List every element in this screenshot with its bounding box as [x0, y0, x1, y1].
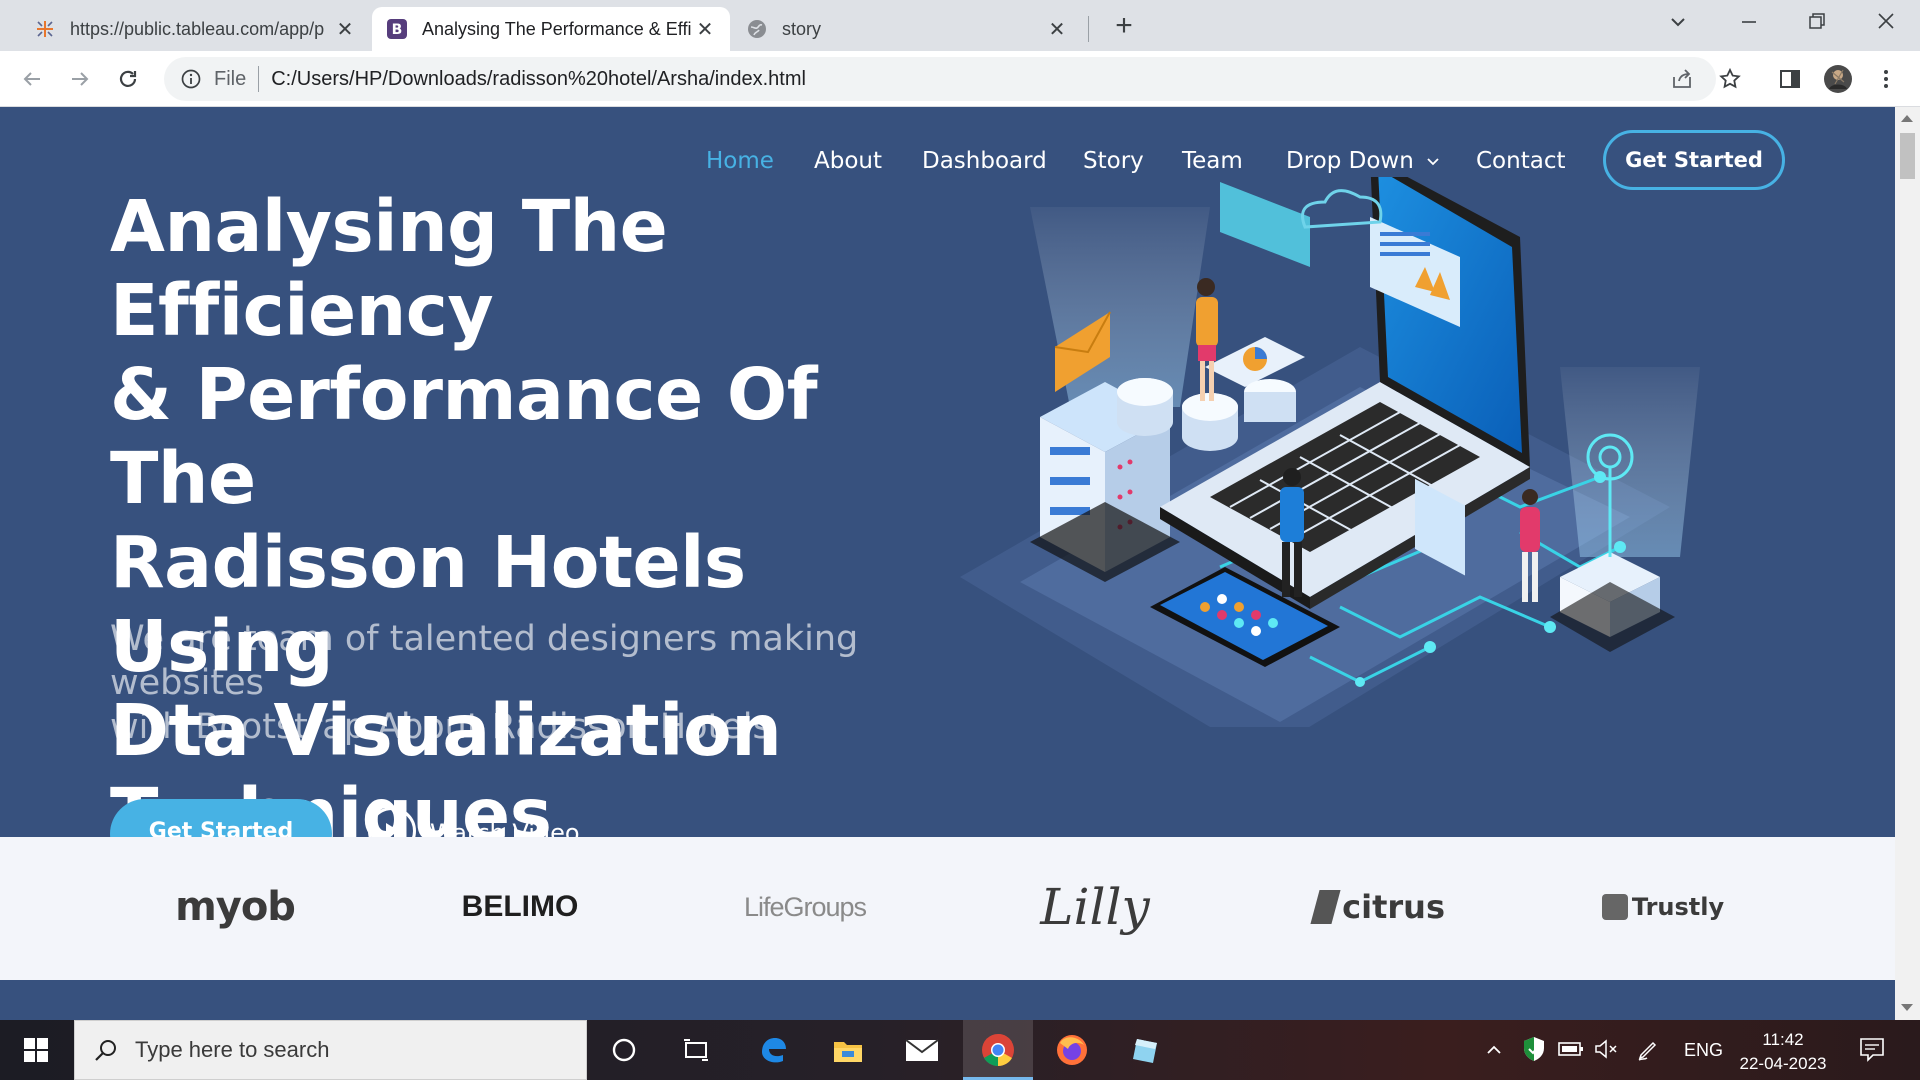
- hero-subtitle: We are team of talented designers making…: [110, 617, 970, 749]
- hero-title-line: & Performance Of The: [110, 353, 818, 520]
- tableau-icon: [34, 18, 56, 40]
- close-tab-icon[interactable]: ✕: [694, 17, 716, 42]
- url-text[interactable]: C:/Users/HP/Downloads/radisson%20hotel/A…: [271, 68, 806, 91]
- system-clock[interactable]: 11:42 22-04-2023: [1725, 1028, 1841, 1076]
- minimize-window-icon[interactable]: [1736, 8, 1762, 34]
- chrome-icon[interactable]: [974, 1028, 1022, 1072]
- new-tab-button[interactable]: +: [1106, 8, 1142, 44]
- tab-story[interactable]: story ✕: [732, 7, 1082, 51]
- nav-dropdown-label: Drop Down: [1286, 148, 1414, 174]
- share-icon[interactable]: [1664, 61, 1700, 97]
- tab-search-icon[interactable]: [1666, 10, 1690, 34]
- firefox-icon[interactable]: [1048, 1028, 1096, 1072]
- nav-about[interactable]: About: [814, 148, 882, 174]
- browser-menu-icon[interactable]: [1868, 61, 1904, 97]
- nav-dashboard[interactable]: Dashboard: [922, 148, 1047, 174]
- profile-avatar[interactable]: [1820, 61, 1856, 97]
- browser-toolbar: File C:/Users/HP/Downloads/radisson%20ho…: [0, 51, 1920, 107]
- edge-icon[interactable]: [750, 1028, 798, 1072]
- nav-dropdown[interactable]: Drop Down: [1286, 148, 1441, 174]
- defender-shield-icon[interactable]: [1522, 1036, 1546, 1067]
- address-bar[interactable]: File C:/Users/HP/Downloads/radisson%20ho…: [164, 57, 1716, 101]
- client-logo-citrus[interactable]: citrus: [1310, 877, 1445, 937]
- tab-separator: [1088, 16, 1089, 42]
- clock-date: 22-04-2023: [1739, 1054, 1827, 1073]
- globe-icon: [746, 18, 768, 40]
- client-logo-belimo[interactable]: BELIMO: [455, 877, 585, 937]
- notes-app-icon[interactable]: [1122, 1028, 1170, 1072]
- tab-analysing[interactable]: B Analysing The Performance & Effi ✕: [372, 7, 730, 51]
- client-name: citrus: [1342, 888, 1445, 926]
- side-panel-icon[interactable]: [1772, 61, 1808, 97]
- cortana-icon[interactable]: [600, 1028, 648, 1072]
- site-info-icon[interactable]: [180, 68, 202, 90]
- nav-home[interactable]: Home: [706, 148, 774, 174]
- tray-chevron-up-icon[interactable]: [1484, 1040, 1504, 1065]
- reload-icon[interactable]: [110, 61, 146, 97]
- client-logo-myob[interactable]: myob: [170, 877, 300, 937]
- notification-center-icon[interactable]: [1858, 1036, 1886, 1067]
- tab-title: https://public.tableau.com/app/p: [70, 18, 325, 39]
- client-name: Lilly: [1040, 878, 1150, 936]
- hero-subtitle-line: We are team of talented designers making…: [110, 619, 859, 703]
- bootstrap-icon: B: [386, 18, 408, 40]
- url-divider: [258, 66, 260, 92]
- back-icon[interactable]: [14, 61, 50, 97]
- task-view-icon[interactable]: [672, 1028, 720, 1072]
- hero-subtitle-line: with Bootstrap About Radisson Hotels: [110, 707, 771, 747]
- client-name: myob: [175, 884, 296, 930]
- tab-title: story: [782, 18, 822, 39]
- nav-contact[interactable]: Contact: [1476, 148, 1565, 174]
- scrollbar-thumb[interactable]: [1900, 133, 1915, 179]
- client-logo-lifegroups[interactable]: LifeGroups: [735, 877, 875, 937]
- search-placeholder: Type here to search: [135, 1037, 330, 1062]
- forward-icon[interactable]: [62, 61, 98, 97]
- windows-start-icon[interactable]: [12, 1028, 60, 1072]
- svg-text:B: B: [392, 22, 403, 38]
- client-name: Trustly: [1631, 893, 1725, 921]
- scroll-up-icon[interactable]: [1901, 115, 1913, 122]
- tab-tableau[interactable]: https://public.tableau.com/app/p ✕: [20, 7, 370, 51]
- client-logo-trustly[interactable]: Trustly: [1598, 877, 1728, 937]
- taskbar-search-box[interactable]: Type here to search: [74, 1020, 587, 1080]
- search-icon: [95, 1040, 116, 1061]
- tab-strip: https://public.tableau.com/app/p ✕ B Ana…: [0, 0, 1920, 51]
- language-indicator[interactable]: ENG: [1684, 1040, 1723, 1061]
- client-name: LifeGroups: [743, 891, 867, 922]
- clients-section: myob BELIMO LifeGroups Lilly citrus Trus…: [0, 837, 1895, 980]
- volume-muted-icon[interactable]: [1594, 1038, 1618, 1065]
- url-scheme: File: [214, 67, 247, 90]
- hero-title: Analysing The Efficiency & Performance O…: [110, 185, 970, 857]
- hero-title-line: Analysing The Efficiency: [110, 185, 668, 352]
- hero-illustration: [960, 177, 1700, 727]
- client-name: BELIMO: [461, 890, 579, 923]
- close-window-icon[interactable]: [1873, 8, 1899, 34]
- mail-icon[interactable]: [898, 1028, 946, 1072]
- close-tab-icon[interactable]: ✕: [1046, 17, 1068, 42]
- citrus-mark-icon: [1310, 890, 1341, 924]
- tab-title: Analysing The Performance & Effi: [422, 18, 692, 39]
- web-page: Home About Dashboard Story Team Drop Dow…: [0, 107, 1895, 1020]
- client-logo-lilly[interactable]: Lilly: [1030, 877, 1160, 937]
- trustly-lock-icon: [1601, 894, 1628, 920]
- page-scrollbar[interactable]: [1895, 107, 1920, 1020]
- file-explorer-icon[interactable]: [824, 1028, 872, 1072]
- chevron-down-icon: [1427, 157, 1439, 165]
- bookmark-star-icon[interactable]: [1712, 61, 1748, 97]
- scroll-down-icon[interactable]: [1901, 1004, 1913, 1011]
- close-tab-icon[interactable]: ✕: [334, 17, 356, 42]
- clock-time: 11:42: [1762, 1030, 1804, 1049]
- pen-icon[interactable]: [1636, 1038, 1660, 1067]
- windows-taskbar: Type here to search ENG 11:42 22-04-2023: [0, 1020, 1920, 1080]
- nav-team[interactable]: Team: [1182, 148, 1243, 174]
- battery-icon[interactable]: [1558, 1040, 1584, 1063]
- nav-story[interactable]: Story: [1083, 148, 1144, 174]
- restore-window-icon[interactable]: [1804, 8, 1830, 34]
